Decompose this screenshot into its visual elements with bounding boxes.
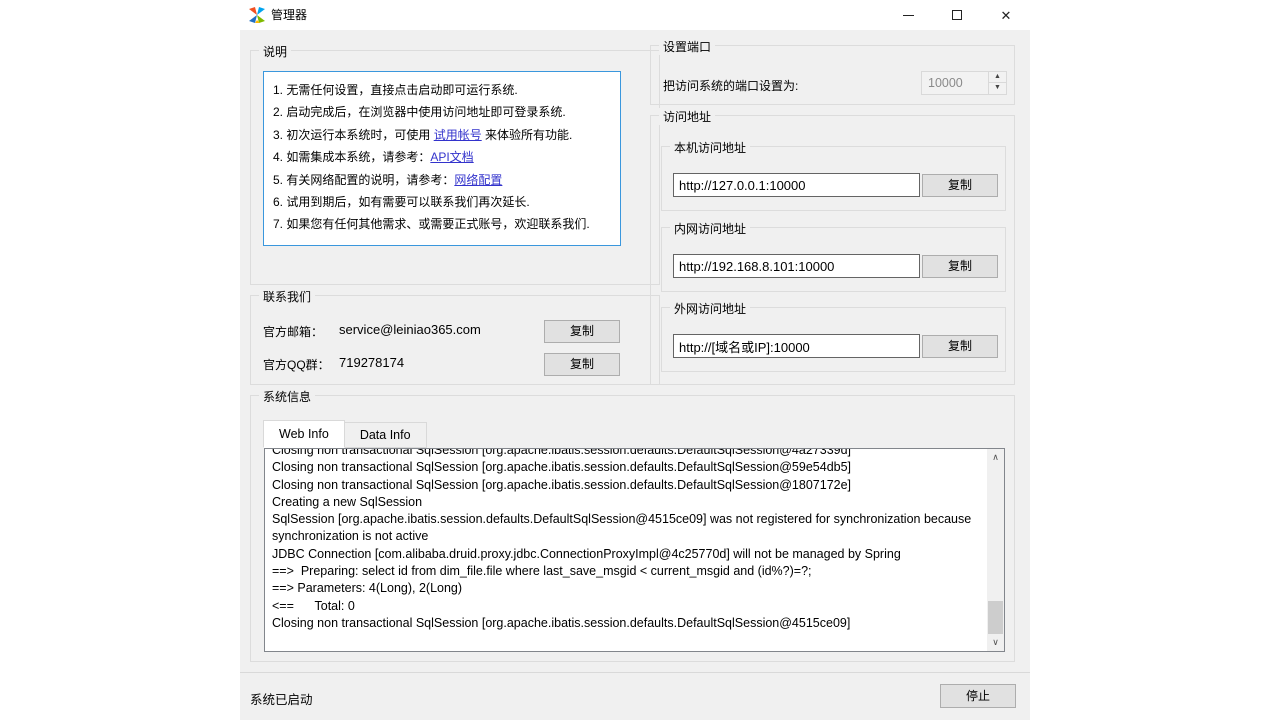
scroll-up-icon[interactable]: ∧ [987,449,1004,466]
log-line: Closing non transactional SqlSession [or… [272,449,980,459]
lan-address-group: 内网访问地址 复制 [661,227,1006,292]
instruction-line: 5. 有关网络配置的说明，请参考：网络配置 [273,169,611,191]
port-group-title: 设置端口 [659,38,715,55]
minimize-button[interactable] [885,0,931,30]
copy-email-button[interactable]: 复制 [544,320,620,343]
statusbar-divider [240,672,1030,673]
wan-address-input[interactable] [673,334,920,358]
instruction-line: 4. 如需集成本系统，请参考：API文档 [273,146,611,168]
maximize-button[interactable] [934,0,980,30]
instructions-group-title: 说明 [259,43,291,60]
title-bar: 管理器 ✕ [240,0,1030,30]
log-line: SqlSession [org.apache.ibatis.session.de… [272,511,980,528]
system-info-group: 系统信息 Web InfoData Info Closing non trans… [250,395,1015,662]
log-text: Closing non transactional SqlSession [or… [265,449,987,651]
system-info-group-title: 系统信息 [259,388,315,405]
close-button[interactable]: ✕ [983,0,1029,30]
wan-address-label: 外网访问地址 [670,300,750,317]
tab-web-info[interactable]: Web Info [263,420,345,448]
log-line: Closing non transactional SqlSession [or… [272,477,980,494]
log-line: ==> Parameters: 4(Long), 2(Long) [272,580,980,597]
local-address-label: 本机访问地址 [670,139,750,156]
instruction-line: 3. 初次运行本系统时，可使用 试用帐号 来体验所有功能. [273,124,611,146]
port-value: 10000 [928,72,963,94]
instructions-group: 说明 1. 无需任何设置，直接点击启动即可运行系统. 2. 启动完成后，在浏览器… [250,50,660,285]
email-label: 官方邮箱： [263,323,323,340]
maximize-icon [952,10,962,20]
log-line: JDBC Connection [com.alibaba.druid.proxy… [272,546,980,563]
api-doc-link[interactable]: API文档 [430,150,473,164]
addresses-group-title: 访问地址 [659,108,715,125]
app-window: 管理器 ✕ 说明 1. 无需任何设置，直接点击启动即可运行系统. 2. 启动完成… [240,0,1030,720]
minimize-icon [903,15,914,16]
port-group: 设置端口 把访问系统的端口设置为: 10000 ▲ ▼ [650,45,1015,105]
copy-local-address-button[interactable]: 复制 [922,174,998,197]
log-output[interactable]: Closing non transactional SqlSession [or… [264,448,1005,652]
instruction-line: 2. 启动完成后，在浏览器中使用访问地址即可登录系统. [273,101,611,123]
log-line: synchronization is not active [272,528,980,545]
log-tabs: Web InfoData Info [263,420,427,448]
log-line: Closing non transactional SqlSession [or… [272,459,980,476]
addresses-group: 访问地址 本机访问地址 复制 内网访问地址 复制 外网访问地址 复制 [650,115,1015,385]
contact-group-title: 联系我们 [259,288,315,305]
close-icon: ✕ [1001,9,1012,22]
copy-wan-address-button[interactable]: 复制 [922,335,998,358]
log-line: <== Total: 0 [272,598,980,615]
stop-button[interactable]: 停止 [940,684,1016,708]
scrollbar-thumb[interactable] [988,601,1003,634]
app-icon [249,7,265,23]
spinner-arrows: ▲ ▼ [988,72,1006,94]
port-spinner[interactable]: 10000 ▲ ▼ [921,71,1007,95]
local-address-group: 本机访问地址 复制 [661,146,1006,211]
tab-data-info[interactable]: Data Info [345,422,427,448]
wan-address-group: 外网访问地址 复制 [661,307,1006,372]
lan-address-label: 内网访问地址 [670,220,750,237]
log-scrollbar[interactable]: ∧ ∨ [987,449,1004,651]
instruction-line: 6. 试用到期后，如有需要可以联系我们再次延长. [273,191,611,213]
window-title: 管理器 [271,0,307,30]
scroll-down-icon[interactable]: ∨ [987,634,1004,651]
lan-address-input[interactable] [673,254,920,278]
trial-account-link[interactable]: 试用帐号 [434,128,482,142]
log-line: ==> Preparing: select id from dim_file.f… [272,563,980,580]
contact-group: 联系我们 官方邮箱： service@leiniao365.com 复制 官方Q… [250,295,660,385]
spin-up-icon[interactable]: ▲ [989,72,1006,83]
port-label: 把访问系统的端口设置为: [663,77,798,94]
qq-group-value: 719278174 [339,355,404,370]
log-line: Creating a new SqlSession [272,494,980,511]
status-text: 系统已启动 [250,689,313,708]
local-address-input[interactable] [673,173,920,197]
copy-qq-button[interactable]: 复制 [544,353,620,376]
instruction-line: 7. 如果您有任何其他需求、或需要正式账号，欢迎联系我们. [273,213,611,235]
log-line: Closing non transactional SqlSession [or… [272,615,980,632]
email-value: service@leiniao365.com [339,322,481,337]
network-config-link[interactable]: 网络配置 [454,173,502,187]
copy-lan-address-button[interactable]: 复制 [922,255,998,278]
qq-group-label: 官方QQ群： [263,356,330,373]
instruction-line: 1. 无需任何设置，直接点击启动即可运行系统. [273,79,611,101]
instructions-box: 1. 无需任何设置，直接点击启动即可运行系统. 2. 启动完成后，在浏览器中使用… [263,71,621,246]
spin-down-icon[interactable]: ▼ [989,83,1006,94]
